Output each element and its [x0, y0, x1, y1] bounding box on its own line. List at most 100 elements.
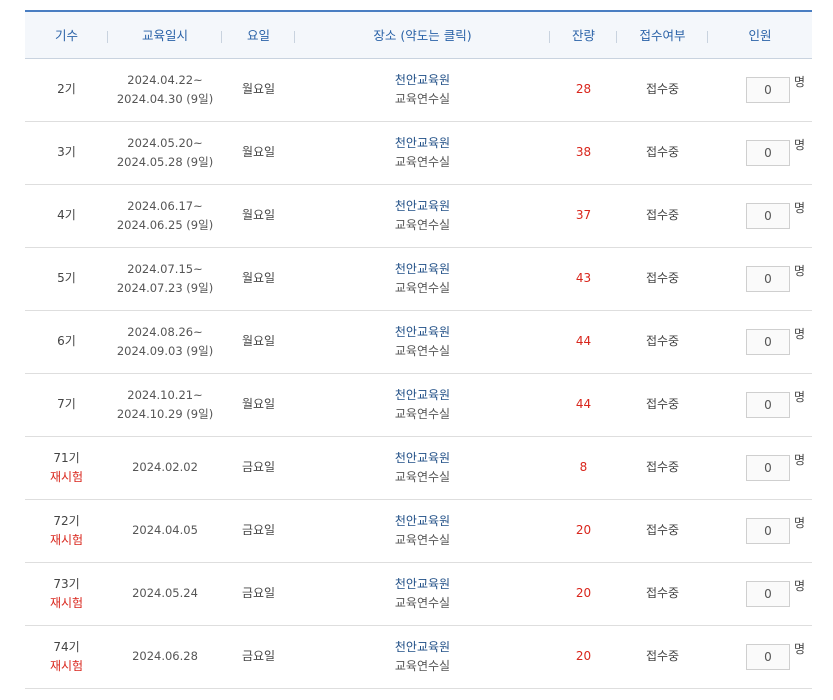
place-link[interactable]: 천안교육원	[295, 449, 550, 468]
people-unit: 명	[794, 326, 806, 341]
people-unit: 명	[794, 74, 806, 89]
date-cell: 2024.04.22~ 2024.04.30 (9일)	[108, 58, 222, 121]
place-cell[interactable]: 천안교육원 교육연수실	[295, 625, 550, 688]
remain-cell: 38	[550, 121, 617, 184]
date-cell: 2024.07.15~ 2024.07.23 (9일)	[108, 247, 222, 310]
place-room: 교육연수실	[394, 406, 451, 421]
remain-count: 20	[575, 586, 592, 600]
table-row: 2기 2024.04.22~ 2024.04.30 (9일) 월요일 천안교육원 교육연수…	[25, 58, 812, 121]
retest-label: 재시험	[49, 532, 84, 547]
people-unit: 명	[794, 389, 806, 404]
place-cell[interactable]: 천안교육원 교육연수실	[295, 436, 550, 499]
place-room: 교육연수실	[394, 532, 451, 547]
people-count-input[interactable]	[746, 580, 790, 607]
weekday-label: 월요일	[241, 208, 276, 222]
remain-cell: 44	[550, 373, 617, 436]
place-room: 교육연수실	[394, 280, 451, 295]
status-label: 접수중	[645, 649, 680, 663]
place-link[interactable]: 천안교육원	[295, 386, 550, 405]
term-cell: 73기 재시험	[25, 562, 108, 625]
people-count-input[interactable]	[746, 391, 790, 418]
people-unit: 명	[794, 578, 806, 593]
term-cell: 4기	[25, 184, 108, 247]
header-remain: 잔량	[550, 11, 617, 58]
date-start: 2024.04.22~	[127, 72, 203, 87]
weekday-label: 월요일	[241, 271, 276, 285]
people-cell: 명	[708, 121, 812, 184]
people-count-input[interactable]	[746, 139, 790, 166]
place-link[interactable]: 천안교육원	[295, 575, 550, 594]
date-cell: 2024.06.17~ 2024.06.25 (9일)	[108, 184, 222, 247]
people-count-input[interactable]	[746, 328, 790, 355]
date-end: 2024.05.28 (9일)	[116, 154, 214, 169]
date-start: 2024.06.17~	[127, 198, 203, 213]
place-cell[interactable]: 천안교육원 교육연수실	[295, 499, 550, 562]
status-label: 접수중	[645, 145, 680, 159]
people-cell: 명	[708, 184, 812, 247]
place-room: 교육연수실	[394, 595, 451, 610]
people-count-input[interactable]	[746, 265, 790, 292]
place-room: 교육연수실	[394, 469, 451, 484]
status-label: 접수중	[645, 208, 680, 222]
people-unit: 명	[794, 641, 806, 656]
status-label: 접수중	[645, 397, 680, 411]
place-link[interactable]: 천안교육원	[295, 260, 550, 279]
course-schedule-table: 기수 교육일시 요일 장소 (약도는 클릭) 잔량 접수여부 인원 2기 2024…	[25, 10, 812, 689]
place-room: 교육연수실	[394, 91, 451, 106]
weekday-label: 월요일	[241, 334, 276, 348]
retest-label: 재시험	[49, 658, 84, 673]
status-cell: 접수중	[617, 121, 708, 184]
weekday-label: 금요일	[241, 649, 276, 663]
place-link[interactable]: 천안교육원	[295, 638, 550, 657]
place-cell[interactable]: 천안교육원 교육연수실	[295, 310, 550, 373]
weekday-cell: 월요일	[222, 247, 295, 310]
status-cell: 접수중	[617, 625, 708, 688]
people-count-input[interactable]	[746, 517, 790, 544]
weekday-cell: 월요일	[222, 373, 295, 436]
date-cell: 2024.05.24	[108, 562, 222, 625]
place-cell[interactable]: 천안교육원 교육연수실	[295, 373, 550, 436]
place-link[interactable]: 천안교육원	[295, 323, 550, 342]
term-label: 3기	[57, 145, 76, 159]
header-status: 접수여부	[617, 11, 708, 58]
date-start: 2024.08.26~	[127, 324, 203, 339]
place-link[interactable]: 천안교육원	[295, 71, 550, 90]
people-count-input[interactable]	[746, 76, 790, 103]
place-link[interactable]: 천안교육원	[295, 134, 550, 153]
place-cell[interactable]: 천안교육원 교육연수실	[295, 247, 550, 310]
place-link[interactable]: 천안교육원	[295, 512, 550, 531]
status-label: 접수중	[645, 334, 680, 348]
term-cell: 5기	[25, 247, 108, 310]
term-label: 5기	[57, 271, 76, 285]
weekday-cell: 금요일	[222, 436, 295, 499]
people-cell: 명	[708, 58, 812, 121]
remain-count: 44	[575, 334, 592, 348]
date-end: 2024.10.29 (9일)	[116, 406, 214, 421]
term-cell: 6기	[25, 310, 108, 373]
place-cell[interactable]: 천안교육원 교육연수실	[295, 184, 550, 247]
place-cell[interactable]: 천안교육원 교육연수실	[295, 562, 550, 625]
people-count-input[interactable]	[746, 202, 790, 229]
remain-cell: 37	[550, 184, 617, 247]
remain-count: 20	[575, 649, 592, 663]
date-start: 2024.10.21~	[127, 387, 203, 402]
people-count-input[interactable]	[746, 454, 790, 481]
header-place: 장소 (약도는 클릭)	[295, 11, 550, 58]
place-cell[interactable]: 천안교육원 교육연수실	[295, 121, 550, 184]
remain-cell: 44	[550, 310, 617, 373]
date-start: 2024.02.02	[132, 460, 198, 474]
place-link[interactable]: 천안교육원	[295, 197, 550, 216]
remain-count: 28	[575, 82, 592, 96]
people-count-input[interactable]	[746, 643, 790, 670]
weekday-cell: 월요일	[222, 184, 295, 247]
people-cell: 명	[708, 310, 812, 373]
people-cell: 명	[708, 625, 812, 688]
date-start: 2024.04.05	[132, 523, 198, 537]
term-cell: 7기	[25, 373, 108, 436]
remain-cell: 8	[550, 436, 617, 499]
term-label: 7기	[57, 397, 76, 411]
people-cell: 명	[708, 436, 812, 499]
place-cell[interactable]: 천안교육원 교육연수실	[295, 58, 550, 121]
people-cell: 명	[708, 562, 812, 625]
date-cell: 2024.02.02	[108, 436, 222, 499]
